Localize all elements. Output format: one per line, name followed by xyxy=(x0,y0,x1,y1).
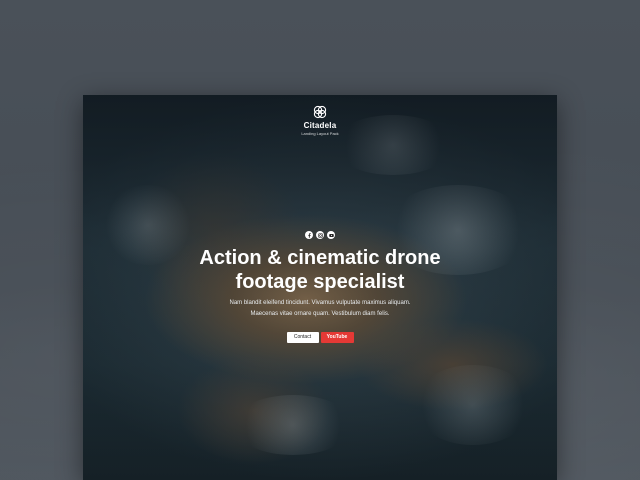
headline-line-1: Action & cinematic drone xyxy=(199,247,441,269)
instagram-icon xyxy=(317,232,323,238)
facebook-link[interactable] xyxy=(305,231,313,239)
youtube-button[interactable]: YouTube xyxy=(320,332,354,343)
description-line-2: Maecenas vitae ornare quam. Vestibulum d… xyxy=(250,311,390,317)
brand-logo[interactable]: Citadela Landing Layout Pack xyxy=(83,105,557,136)
contact-button[interactable]: Contact xyxy=(286,332,319,343)
brand-name: Citadela xyxy=(303,121,337,130)
hero-description: Nam blandit eleifend tincidunt. Vivamus … xyxy=(83,298,557,320)
description-line-1: Nam blandit eleifend tincidunt. Vivamus … xyxy=(229,300,411,306)
hero-frame: Citadela Landing Layout Pack Action & ci… xyxy=(83,95,557,480)
social-links xyxy=(83,231,557,239)
youtube-link[interactable] xyxy=(327,231,335,239)
citadela-logo-icon xyxy=(313,105,327,119)
youtube-icon xyxy=(328,233,334,237)
headline-line-2: footage specialist xyxy=(235,271,405,293)
instagram-link[interactable] xyxy=(316,231,324,239)
hero-headline: Action & cinematic drone footage special… xyxy=(83,246,557,294)
brand-tagline: Landing Layout Pack xyxy=(301,131,339,136)
facebook-icon xyxy=(307,232,311,238)
hero-actions: Contact YouTube xyxy=(83,332,557,343)
